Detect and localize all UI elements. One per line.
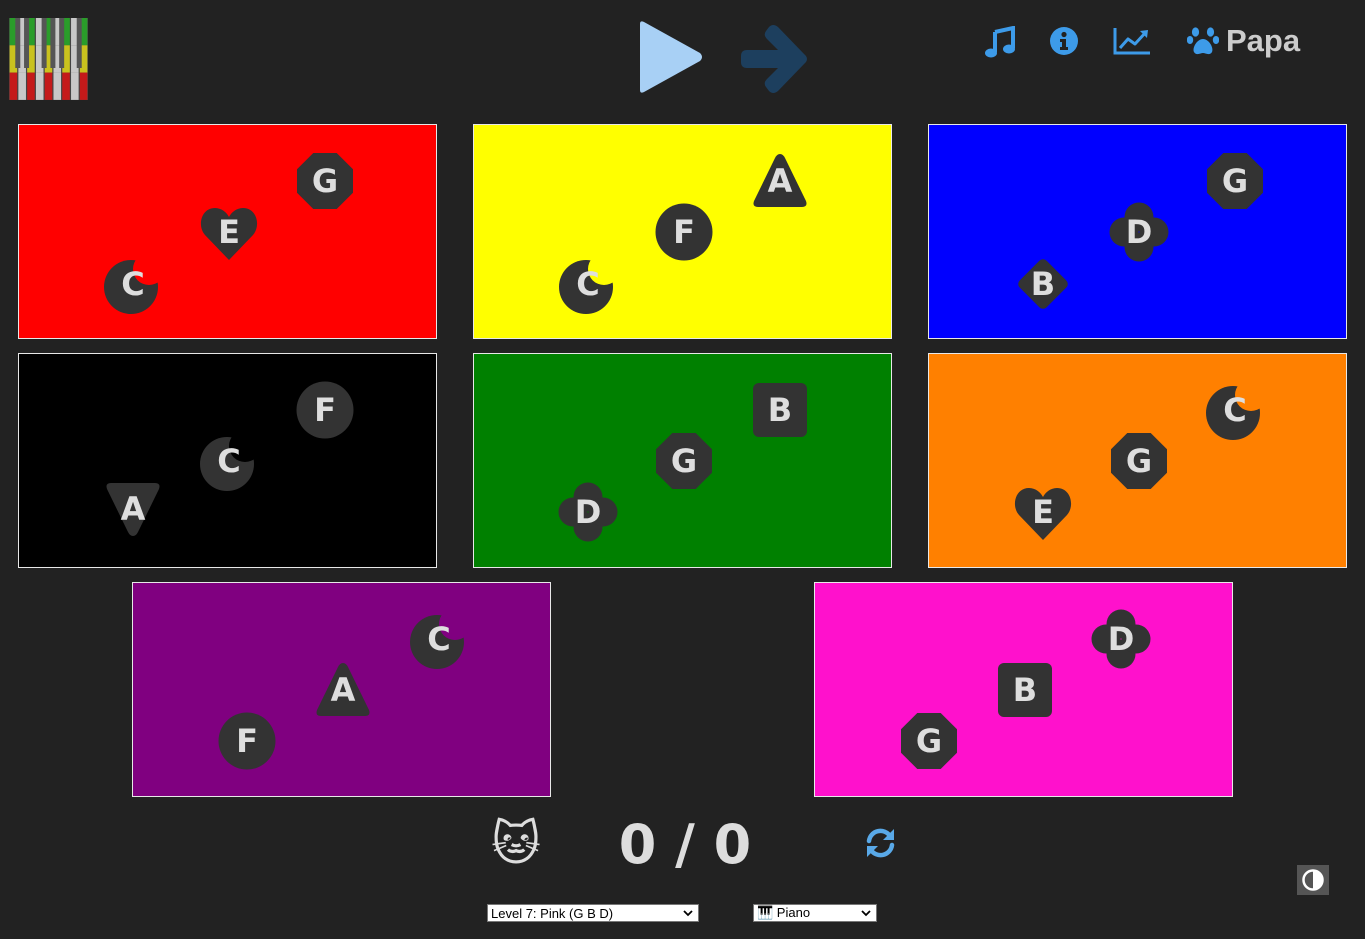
stats-button[interactable]: [1113, 26, 1152, 56]
note-a[interactable]: A: [750, 151, 810, 211]
instrument-select[interactable]: 🎹 Piano: [753, 904, 877, 922]
level-select-value: Level 7: Pink (G B D): [491, 905, 614, 921]
note-label: F: [236, 722, 258, 760]
info-button[interactable]: [1049, 26, 1079, 56]
note-label: F: [673, 213, 695, 251]
note-label: B: [1030, 265, 1056, 303]
music-note-icon: [985, 25, 1015, 58]
note-g[interactable]: G: [654, 431, 714, 491]
keyboard-logo-icon: [9, 18, 88, 100]
chevron-down-icon: [683, 910, 693, 917]
note-g[interactable]: G: [1205, 151, 1265, 211]
note-label: F: [314, 391, 336, 429]
note-g[interactable]: G: [1109, 431, 1169, 491]
note-a[interactable]: A: [313, 660, 373, 720]
note-label: C: [576, 265, 600, 303]
note-d[interactable]: D: [1109, 202, 1169, 262]
paw-icon: [1187, 27, 1219, 55]
note-label: B: [767, 391, 793, 429]
chart-line-icon: [1113, 28, 1150, 55]
note-c[interactable]: C: [1205, 380, 1265, 440]
instrument-select-value: 🎹 Piano: [757, 905, 811, 920]
note-f[interactable]: F: [217, 711, 277, 771]
profile-button[interactable]: Papa: [1187, 22, 1307, 60]
chevron-down-icon: [861, 910, 871, 917]
note-label: A: [120, 490, 146, 528]
note-label: E: [218, 213, 240, 251]
note-label: C: [1223, 391, 1247, 429]
note-c[interactable]: C: [199, 431, 259, 491]
note-label: E: [1032, 493, 1054, 531]
note-label: B: [1012, 671, 1038, 709]
refresh-button[interactable]: [864, 827, 897, 859]
tile-pink[interactable]: G B D: [814, 582, 1233, 797]
refresh-icon: [866, 828, 895, 858]
note-label: D: [1107, 620, 1135, 658]
note-c[interactable]: C: [558, 254, 618, 314]
note-label: G: [1125, 442, 1153, 480]
note-e[interactable]: E: [199, 202, 259, 262]
note-label: A: [767, 162, 793, 200]
contrast-icon: [1302, 869, 1324, 891]
cat-mascot: 🐱: [490, 816, 542, 872]
note-g[interactable]: G: [295, 151, 355, 211]
app-logo: [9, 18, 88, 100]
note-label: G: [311, 162, 339, 200]
note-b[interactable]: B: [995, 660, 1055, 720]
note-b[interactable]: B: [1013, 254, 1073, 314]
level-select[interactable]: Level 7: Pink (G B D): [487, 904, 699, 922]
tile-green[interactable]: D G B: [473, 353, 892, 568]
note-d[interactable]: D: [558, 482, 618, 542]
note-c[interactable]: C: [409, 609, 469, 669]
tile-orange[interactable]: E G C: [928, 353, 1347, 568]
note-label: C: [121, 265, 145, 303]
note-label: G: [670, 442, 698, 480]
next-arrow-icon: [741, 25, 807, 93]
note-label: D: [574, 493, 602, 531]
note-label: C: [427, 620, 451, 658]
note-f[interactable]: F: [295, 380, 355, 440]
note-f[interactable]: F: [654, 202, 714, 262]
tile-black[interactable]: A C F: [18, 353, 437, 568]
tile-red[interactable]: C E G: [18, 124, 437, 339]
play-button[interactable]: [636, 20, 704, 94]
note-label: C: [217, 442, 241, 480]
tile-blue[interactable]: B D G: [928, 124, 1347, 339]
tile-yellow[interactable]: C F A: [473, 124, 892, 339]
score-display: 0 / 0: [618, 813, 752, 876]
next-button[interactable]: [740, 24, 808, 94]
note-d[interactable]: D: [1091, 609, 1151, 669]
note-label: G: [1221, 162, 1249, 200]
play-icon: [640, 21, 702, 93]
contrast-button[interactable]: [1297, 865, 1329, 895]
music-button[interactable]: [984, 25, 1016, 58]
tile-purple[interactable]: F A C: [132, 582, 551, 797]
note-e[interactable]: E: [1013, 482, 1073, 542]
note-a[interactable]: A: [103, 479, 163, 539]
note-c[interactable]: C: [103, 254, 163, 314]
note-b[interactable]: B: [750, 380, 810, 440]
note-label: D: [1125, 213, 1153, 251]
info-icon: [1050, 27, 1078, 55]
profile-name: Papa: [1226, 23, 1301, 58]
note-label: G: [915, 722, 943, 760]
note-g[interactable]: G: [899, 711, 959, 771]
note-label: A: [330, 671, 356, 709]
